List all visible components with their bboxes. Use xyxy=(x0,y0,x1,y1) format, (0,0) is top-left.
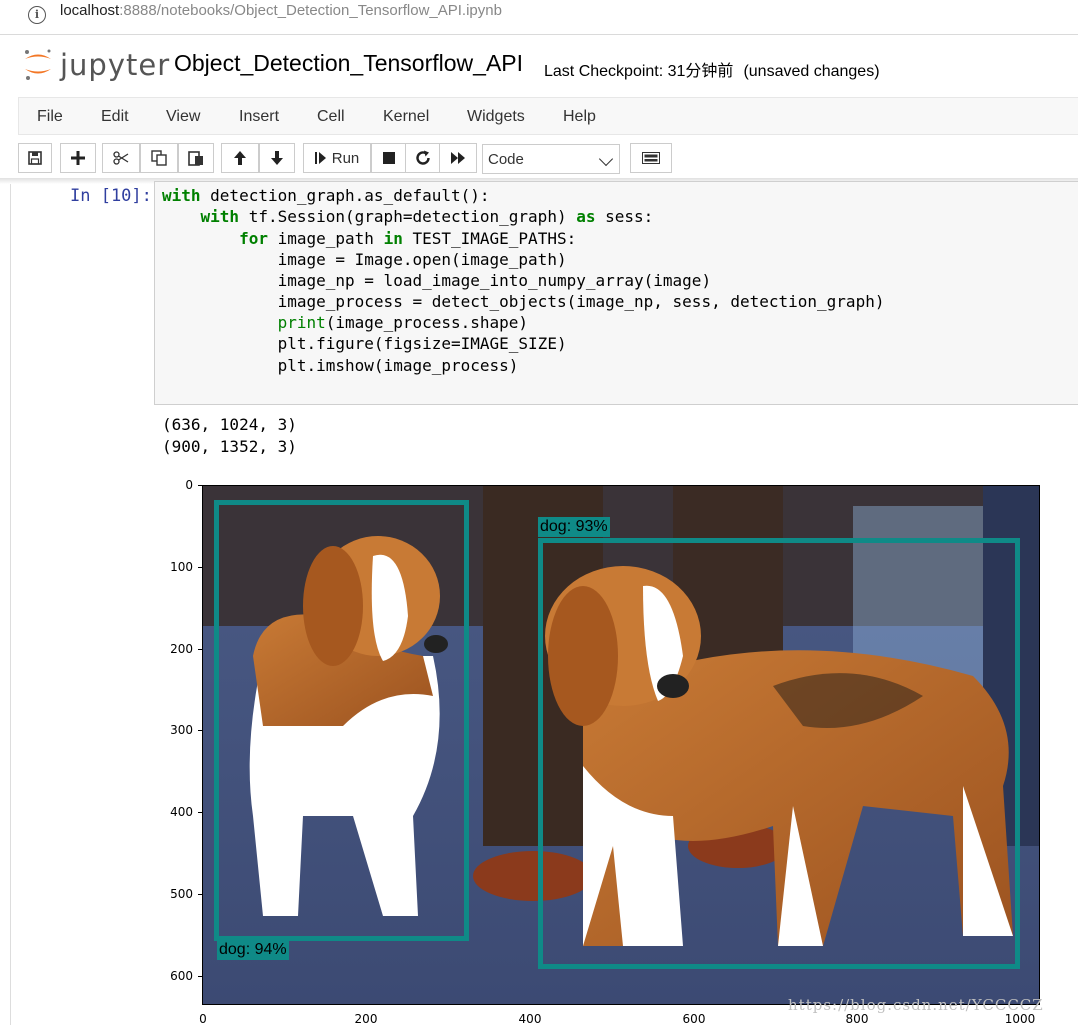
code-line-2[interactable]: with tf.Session(graph=detection_graph) a… xyxy=(162,207,654,226)
copy-button[interactable] xyxy=(140,143,178,173)
move-down-button[interactable] xyxy=(259,143,295,173)
menu-cell[interactable]: Cell xyxy=(317,108,345,126)
menu-view[interactable]: View xyxy=(166,108,200,126)
url-path: :8888/notebooks/Object_Detection_Tensorf… xyxy=(119,2,502,19)
insert-cell-button[interactable] xyxy=(60,143,96,173)
code-line-5[interactable]: image_np = load_image_into_numpy_array(i… xyxy=(162,271,711,290)
url-text[interactable]: localhost:8888/notebooks/Object_Detectio… xyxy=(60,2,502,19)
output-text-1: (636, 1024, 3) xyxy=(162,415,297,434)
menu-insert[interactable]: Insert xyxy=(239,108,279,126)
x-tick-label: 800 xyxy=(845,1012,869,1026)
stop-icon xyxy=(383,152,395,164)
cut-button[interactable] xyxy=(102,143,140,173)
info-icon[interactable]: i xyxy=(28,6,46,24)
cell-left-border xyxy=(10,184,11,1025)
menu-widgets[interactable]: Widgets xyxy=(467,108,525,126)
y-tick-label: 100 xyxy=(170,560,193,574)
y-tick-label: 0 xyxy=(185,478,193,492)
unsaved-changes: (unsaved changes) xyxy=(743,63,880,80)
checkpoint-status: Last Checkpoint: 31分钟前 (unsaved changes) xyxy=(544,57,880,81)
copy-icon xyxy=(151,150,167,166)
y-tick-label: 200 xyxy=(170,642,193,656)
menu-edit[interactable]: Edit xyxy=(101,108,129,126)
menu-help[interactable]: Help xyxy=(563,108,596,126)
restart-button[interactable] xyxy=(405,143,441,173)
menu-kernel[interactable]: Kernel xyxy=(383,108,429,126)
code-line-8[interactable]: plt.figure(figsize=IMAGE_SIZE) xyxy=(162,334,567,353)
detection-label-1: dog: 94% xyxy=(217,940,289,960)
restart-icon xyxy=(416,150,430,165)
y-tick-mark xyxy=(198,485,202,486)
fast-forward-icon xyxy=(451,152,465,164)
x-tick-label: 200 xyxy=(354,1012,378,1026)
interrupt-button[interactable] xyxy=(371,143,407,173)
x-tick-label: 400 xyxy=(518,1012,542,1026)
keyboard-icon xyxy=(642,152,660,164)
y-tick-mark xyxy=(198,649,202,650)
code-line-3[interactable]: for image_path in TEST_IMAGE_PATHS: xyxy=(162,229,576,248)
notebook-title[interactable]: Object_Detection_Tensorflow_API xyxy=(174,50,523,77)
y-tick-label: 400 xyxy=(170,805,193,819)
run-icon xyxy=(314,152,326,164)
y-tick-mark xyxy=(198,894,202,895)
command-palette-button[interactable] xyxy=(630,143,672,173)
y-tick-mark xyxy=(198,730,202,731)
detection-label-2: dog: 93% xyxy=(538,517,610,537)
run-all-button[interactable] xyxy=(439,143,477,173)
save-icon xyxy=(28,151,42,165)
move-up-button[interactable] xyxy=(221,143,259,173)
chevron-down-icon xyxy=(598,151,614,167)
menu-file[interactable]: File xyxy=(37,108,63,126)
run-label: Run xyxy=(331,149,360,167)
y-tick-label: 500 xyxy=(170,887,193,901)
code-line-7[interactable]: print(image_process.shape) xyxy=(162,313,528,332)
output-text-2: (900, 1352, 3) xyxy=(162,437,297,456)
code-line-9[interactable]: plt.imshow(image_process) xyxy=(162,356,519,375)
input-prompt: In [10]: xyxy=(70,186,152,206)
y-tick-mark xyxy=(198,812,202,813)
save-button[interactable] xyxy=(18,143,52,173)
paste-icon xyxy=(188,151,203,166)
code-line-1[interactable]: with detection_graph.as_default(): xyxy=(162,186,490,205)
cut-icon xyxy=(113,151,129,165)
y-tick-mark xyxy=(198,567,202,568)
y-tick-label: 300 xyxy=(170,723,193,737)
run-button[interactable]: Run xyxy=(303,143,371,173)
detection-box-dog-1 xyxy=(214,500,469,941)
x-tick-label: 1000 xyxy=(1004,1012,1036,1026)
cell-type-select[interactable]: Code xyxy=(482,144,620,174)
detection-box-dog-2 xyxy=(538,538,1020,969)
x-tick-label: 600 xyxy=(682,1012,706,1026)
url-host: localhost xyxy=(60,2,120,19)
paste-button[interactable] xyxy=(178,143,214,173)
code-line-4[interactable]: image = Image.open(image_path) xyxy=(162,250,567,269)
x-tick-label: 0 xyxy=(199,1012,207,1026)
y-tick-label: 600 xyxy=(170,969,193,983)
cell-type-value: Code xyxy=(488,151,524,168)
plus-icon xyxy=(71,151,85,165)
jupyter-logo-text[interactable]: jupyter xyxy=(60,48,170,82)
watermark-text: https://blog.csdn.net/YCCCCZ xyxy=(788,996,1044,1014)
last-checkpoint: Last Checkpoint: 31分钟前 xyxy=(544,63,734,80)
code-line-6[interactable]: image_process = detect_objects(image_np,… xyxy=(162,292,885,311)
jupyter-logo-icon[interactable] xyxy=(22,47,54,81)
arrow-down-icon xyxy=(271,151,283,165)
arrow-up-icon xyxy=(234,151,246,165)
y-tick-mark xyxy=(198,976,202,977)
